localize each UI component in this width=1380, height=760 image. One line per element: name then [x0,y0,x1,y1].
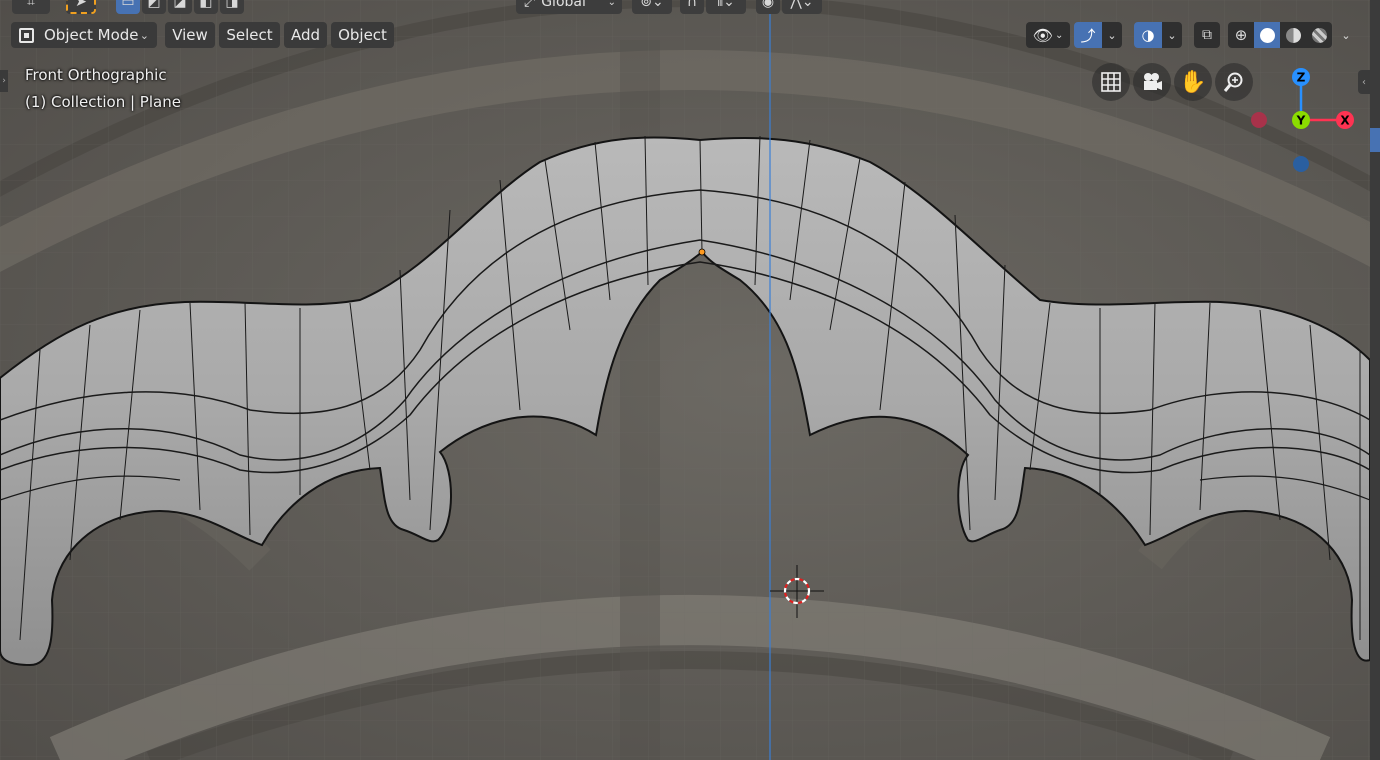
chevron-down-icon: ⌄ [1054,29,1064,41]
pivot-point-dropdown[interactable]: ⊚⌄ [632,0,672,14]
chevron-right-icon: › [2,76,6,86]
neg-z-axis-handle[interactable] [1293,156,1309,172]
snap-toggle[interactable]: ∩ [680,0,704,14]
select-subtract-icon: ◪ [173,0,187,10]
gizmo-dropdown[interactable]: ⌄ [1102,22,1122,48]
falloff-curve-icon: ⋀⌄ [790,0,814,10]
menu-object-label: Object [338,26,387,44]
chevron-down-icon: ⌄ [1107,28,1117,42]
proportional-edit-icon: ◉ [761,0,775,10]
chevron-left-icon: ‹ [1362,76,1366,88]
axis-z-label: Z [1297,71,1306,85]
toggle-camera-view-grid-button[interactable] [1092,63,1130,101]
chevron-down-icon: ⌄ [607,0,616,8]
neg-x-axis-handle[interactable] [1251,112,1267,128]
hand-icon: ✋ [1179,69,1207,95]
chevron-down-icon: ⌄ [139,28,149,42]
menu-view-label: View [172,26,208,44]
3d-viewport[interactable] [0,0,1380,760]
select-intersect-icon: ◨ [225,0,239,10]
solid-shading-icon [1259,27,1275,43]
select-invert-button[interactable]: ◧ [194,0,218,14]
overlay-icon: ◑ [1141,26,1155,44]
menu-view[interactable]: View [165,22,215,48]
axis-y-label: Y [1296,114,1306,128]
select-tool-button[interactable]: ➤ [66,0,96,14]
orientation-icon: ⤢ [524,0,536,10]
camera-icon [1144,73,1162,90]
toolbar-toggle[interactable]: › [0,70,8,92]
select-extend-icon: ◩ [147,0,161,10]
xray-toggle[interactable]: ⧉ [1194,22,1220,48]
axis-x-label: X [1340,114,1350,128]
xray-icon: ⧉ [1202,27,1212,43]
menu-select-label: Select [226,26,273,44]
magnet-icon: ∩ [686,0,698,10]
menu-object[interactable]: Object [331,22,394,48]
orientation-label: Global [541,0,586,10]
visibility-icon: 👁 [1032,25,1053,45]
chevron-down-icon: ⌄ [1341,28,1351,42]
shading-dropdown[interactable]: ⌄ [1336,22,1356,48]
sidebar-tab-active[interactable] [1370,128,1380,152]
wireframe-shading-button[interactable]: ⊕ [1228,22,1254,48]
select-invert-icon: ◧ [199,0,213,10]
chevron-down-icon: ⌄ [1167,28,1177,42]
select-new-button[interactable]: ▭ [116,0,140,14]
sidebar-edge[interactable] [1370,0,1380,760]
collection-info: (1) Collection | Plane [25,93,181,111]
select-subtract-button[interactable]: ◪ [168,0,192,14]
select-intersect-button[interactable]: ◨ [220,0,244,14]
overlay-toggle[interactable]: ◑ [1134,22,1162,48]
y-axis-handle[interactable]: Y [1292,111,1310,129]
transform-orientation-dropdown[interactable]: ⤢ Global ⌄ [516,0,622,14]
z-axis-handle[interactable]: Z [1292,68,1310,86]
proportional-edit-toggle[interactable]: ◉ [756,0,780,14]
viewport-canvas[interactable] [0,0,1380,760]
overlay-dropdown[interactable]: ⌄ [1162,22,1182,48]
menu-select[interactable]: Select [219,22,280,48]
rendered-shading-icon [1311,27,1327,43]
pivot-icon: ⊚⌄ [640,0,664,10]
material-shading-icon [1285,27,1301,43]
select-extend-button[interactable]: ◩ [142,0,166,14]
tool-settings-bar: ⌗ ➤ ▭ ◩ ◪ ◧ ◨ ⤢ Global ⌄ ⊚⌄ ∩ ⫴⌄ ◉ ⋀⌄ [0,0,1380,16]
gizmo-icon: ⤴ [1080,26,1096,45]
camera-view-button[interactable] [1133,63,1171,101]
falloff-dropdown[interactable]: ⋀⌄ [782,0,822,14]
material-shading-button[interactable] [1280,22,1306,48]
pan-view-button[interactable]: ✋ [1174,63,1212,101]
solid-shading-button[interactable] [1254,22,1280,48]
x-axis-handle[interactable]: X [1336,111,1354,129]
object-mode-icon [19,27,34,43]
mode-dropdown[interactable]: Object Mode ⌄ [11,22,157,48]
editor-type-button[interactable]: ⌗ [12,0,50,14]
mode-label: Object Mode [44,26,139,44]
wireframe-shading-icon: ⊕ [1234,26,1248,44]
rendered-shading-button[interactable] [1306,22,1332,48]
snap-increment-icon: ⫴⌄ [717,0,735,10]
navigation-gizmo[interactable]: Z Y X [1240,60,1370,180]
select-new-icon: ▭ [121,0,135,10]
sidebar-toggle[interactable]: ‹ [1358,70,1370,94]
view-name: Front Orthographic [25,66,167,84]
grid-icon [1101,72,1121,92]
menu-add[interactable]: Add [284,22,327,48]
cursor-icon: ➤ [75,0,87,10]
object-origin[interactable] [698,248,706,256]
gizmo-toggle[interactable]: ⤴ [1074,22,1102,48]
grid-editor-icon: ⌗ [27,0,35,10]
menu-add-label: Add [290,26,321,44]
snap-target-dropdown[interactable]: ⫴⌄ [706,0,746,14]
visibility-dropdown[interactable]: 👁 ⌄ [1026,22,1070,48]
